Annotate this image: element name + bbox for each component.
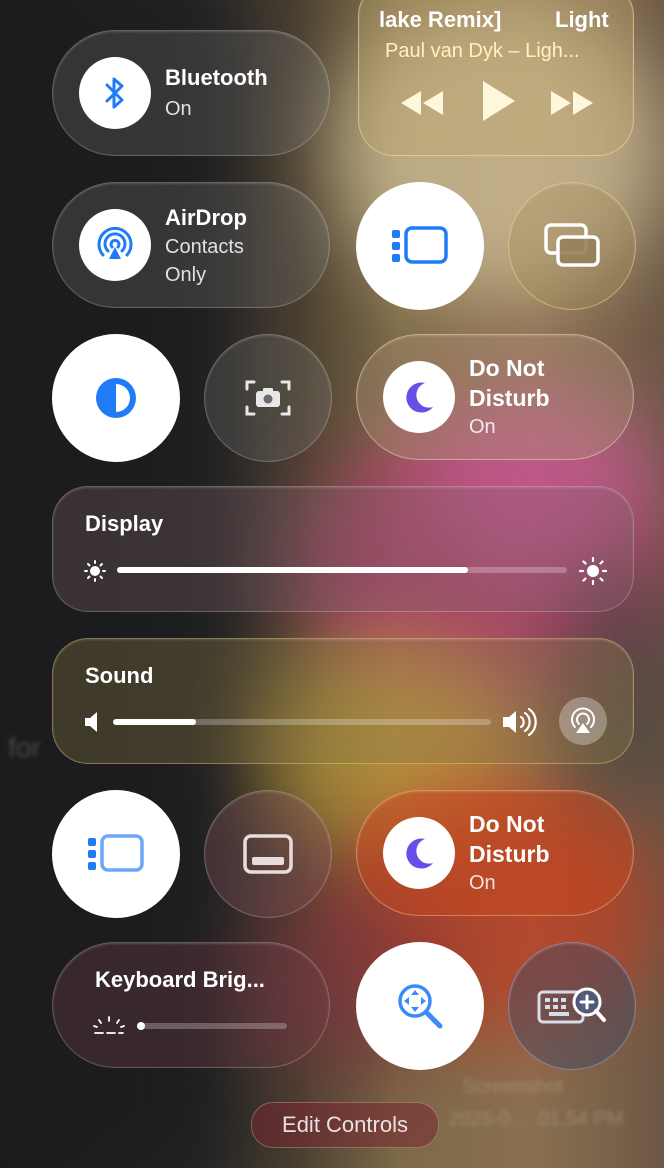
keyboard-brightness-slider[interactable] xyxy=(137,1022,287,1030)
focus-status: On xyxy=(469,416,496,438)
focus-title-line1: Do Not xyxy=(469,811,545,837)
airdrop-title: AirDrop xyxy=(165,205,247,230)
focus-title-line2: Disturb xyxy=(469,841,550,867)
brightness-slider[interactable] xyxy=(117,567,567,573)
zoom-magnifier-icon xyxy=(398,984,443,1029)
bluetooth-title: Bluetooth xyxy=(165,65,268,90)
display-module: Display xyxy=(52,486,634,612)
screen-mirroring-button[interactable] xyxy=(508,182,636,310)
dock-visibility-button[interactable] xyxy=(204,790,332,918)
play-button[interactable] xyxy=(479,77,519,130)
display-label: Display xyxy=(85,511,164,536)
fast-forward-icon xyxy=(551,91,593,115)
airdrop-tile[interactable]: AirDrop Contacts Only xyxy=(52,182,330,308)
screen-mirroring-icon xyxy=(544,223,600,267)
dark-mode-icon xyxy=(96,378,136,418)
keyboard-brightness-slider-fill xyxy=(137,1022,145,1030)
background-text-right-1: Screenshot xyxy=(462,1076,564,1098)
focus-status: On xyxy=(469,872,496,894)
focus-tile-top[interactable]: Do Not Disturb On xyxy=(356,334,634,460)
moon-icon xyxy=(383,817,455,889)
background-text-right-2: 2025-0... .01.54 PM xyxy=(448,1108,624,1130)
volume-slider-fill xyxy=(113,719,196,725)
keyboard-brightness-icon xyxy=(93,1016,125,1034)
airplay-icon xyxy=(571,707,595,733)
keyboard-brightness-module: Keyboard Brig... xyxy=(52,942,330,1068)
play-icon xyxy=(483,81,515,121)
airplay-audio-button[interactable] xyxy=(559,697,607,745)
bluetooth-tile[interactable]: Bluetooth On xyxy=(52,30,330,156)
speaker-high-icon xyxy=(503,707,537,737)
window-dock-icon xyxy=(243,834,293,874)
sound-label: Sound xyxy=(85,663,154,688)
speaker-low-icon xyxy=(85,712,97,732)
brightness-high-icon xyxy=(579,557,607,585)
stage-manager-icon xyxy=(392,226,448,264)
focus-tile-bottom[interactable]: Do Not Disturb On xyxy=(356,790,634,916)
brightness-slider-fill xyxy=(117,567,468,573)
track-title: lake Remix] xyxy=(379,7,502,32)
hover-text-button[interactable] xyxy=(508,942,636,1070)
stage-manager-button-2[interactable] xyxy=(52,790,180,918)
screenshot-button[interactable] xyxy=(204,334,332,462)
zoom-button[interactable] xyxy=(356,942,484,1070)
dark-mode-button[interactable] xyxy=(52,334,180,462)
rewind-button[interactable] xyxy=(399,85,447,126)
sound-module: Sound xyxy=(52,638,634,764)
focus-title-line1: Do Not xyxy=(469,355,545,381)
camera-screenshot-icon xyxy=(245,380,291,416)
airdrop-icon xyxy=(79,209,151,281)
keyboard-brightness-label: Keyboard Brig... xyxy=(95,967,265,992)
track-artist: Paul van Dyk – Ligh... xyxy=(385,40,580,62)
keyboard-magnifier-icon xyxy=(537,987,606,1024)
stage-manager-icon xyxy=(88,834,144,872)
brightness-low-icon xyxy=(84,560,106,582)
moon-icon xyxy=(383,361,455,433)
bluetooth-status: On xyxy=(165,98,192,120)
track-title-tail: Light xyxy=(555,7,609,32)
focus-title-line2: Disturb xyxy=(469,385,550,411)
background-text-left: for xyxy=(8,732,41,763)
fast-forward-button[interactable] xyxy=(547,85,595,126)
edit-controls-button[interactable]: Edit Controls xyxy=(251,1102,439,1148)
rewind-icon xyxy=(401,91,443,115)
stage-manager-button[interactable] xyxy=(356,182,484,310)
volume-slider[interactable] xyxy=(113,719,491,725)
airdrop-status-line1: Contacts xyxy=(165,236,244,258)
bluetooth-icon xyxy=(79,57,151,129)
airdrop-status-line2: Only xyxy=(165,264,207,286)
now-playing-tile[interactable]: lake Remix] Light Paul van Dyk – Ligh... xyxy=(358,0,634,156)
